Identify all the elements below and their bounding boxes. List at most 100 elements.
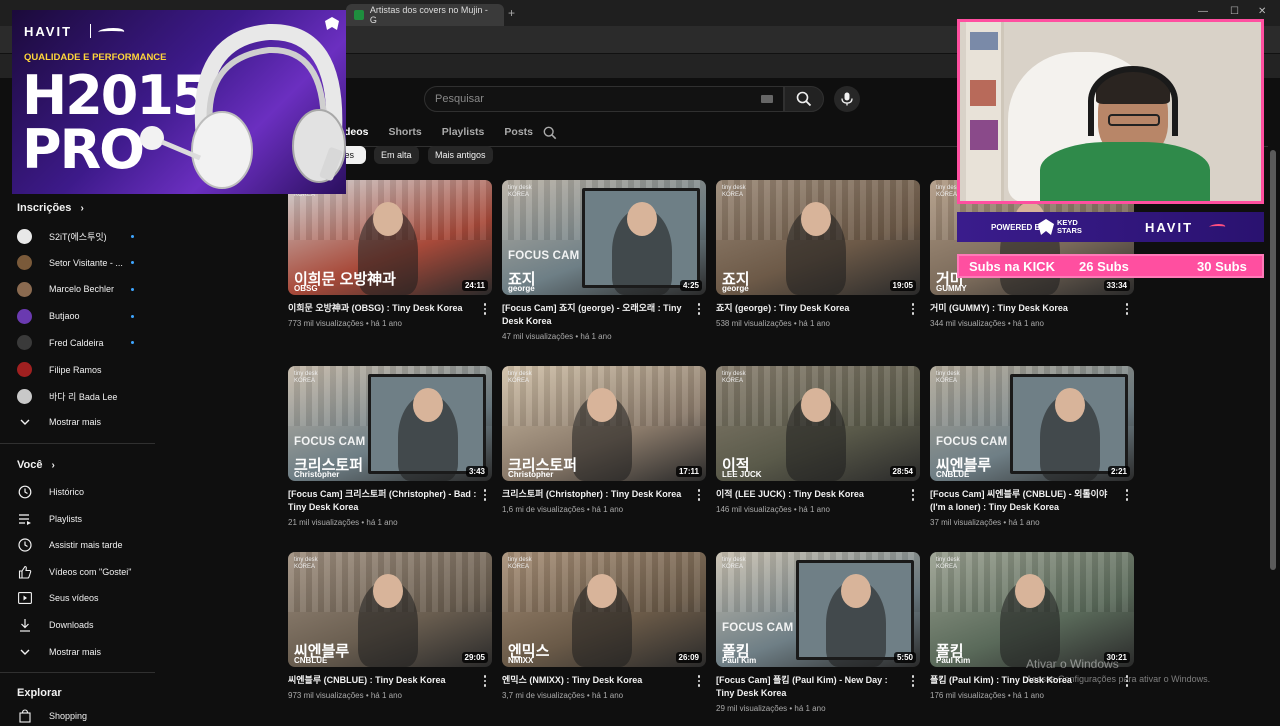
thumbnail-artist-subtitle: george [508,284,535,293]
sidebar-item-channel[interactable]: 바다 리 Bada Lee [17,386,152,406]
browser-tab[interactable]: Artistas dos covers no Mujin - G [346,4,504,26]
performer-face [627,202,657,236]
subscriptions-heading[interactable]: Inscrições › [17,202,84,214]
video-thumbnail[interactable]: tiny desk KOREA 죠지 george 19:05 [716,180,920,295]
channel-search-button[interactable] [543,126,557,145]
chip-oldest[interactable]: Mais antigos [428,146,493,164]
playlists-icon [17,512,32,527]
performer-face [801,388,831,422]
video-card[interactable]: tiny desk KOREA이희문 오방神과OBSG24:11 이희문 오방神과… [288,180,492,328]
video-thumbnail[interactable]: tiny desk KOREA FOCUS CAM 죠지 george 4:25 [502,180,706,295]
video-thumbnail[interactable]: tiny desk KOREA FOCUS CAM 크리스토퍼 Christopher… [288,366,492,481]
more-options-icon[interactable] [480,674,490,688]
sidebar-item-history[interactable]: Histórico [17,482,152,502]
sidebar-item-liked-videos[interactable]: Vídeos com "Gostei" [17,562,152,582]
avatar [17,308,32,324]
more-options-icon[interactable] [908,302,918,316]
video-thumbnail[interactable]: tiny desk KOREA FOCUS CAM 씨엔블루 CNBLUE 2:21 [930,366,1134,481]
sheets-icon [354,10,364,20]
sidebar-item-label: 바다 리 Bada Lee [49,391,118,402]
video-thumbnail[interactable]: tiny desk KOREA이희문 오방神과OBSG24:11 [288,180,492,295]
video-title[interactable]: 이적 (LEE JUCK) : Tiny Desk Korea [716,488,906,501]
tab-videos[interactable]: deos [344,126,369,138]
video-card[interactable]: tiny desk KOREA 씨엔블루 CNBLUE 29:05 씨엔블루 (CNBL… [288,552,492,700]
video-title[interactable]: 크리스토퍼 (Christopher) : Tiny Desk Korea [502,488,692,501]
close-window-button[interactable]: ✕ [1258,6,1266,17]
video-title[interactable]: [Focus Cam] 죠지 (george) - 오래오래 : Tiny De… [502,302,692,328]
tab-posts[interactable]: Posts [504,126,533,138]
sidebar-item-label: S2iT(에스투잇) [49,231,107,242]
focus-cam-label: FOCUS CAM [294,436,366,448]
sidebar-item-channel[interactable]: S2iT(에스투잇) [17,226,152,246]
sidebar-item-channel[interactable]: Butjaoo [17,306,152,326]
video-title[interactable]: 엔믹스 (NMIXX) : Tiny Desk Korea [502,674,692,687]
keyboard-icon[interactable] [761,95,773,103]
duration-badge: 4:25 [679,280,702,291]
new-tab-button[interactable]: + [508,6,515,20]
more-options-icon[interactable] [694,488,704,502]
tiny-desk-logo: tiny desk KOREA [294,371,318,384]
video-thumbnail[interactable]: tiny desk KOREA 폴킴 Paul Kim 30:21 [930,552,1134,667]
avatar [17,228,32,244]
sidebar-item-channel[interactable]: Filipe Ramos [17,360,152,380]
video-title[interactable]: 거미 (GUMMY) : Tiny Desk Korea [930,302,1120,315]
video-thumbnail[interactable]: tiny desk KOREA 씨엔블루 CNBLUE 29:05 [288,552,492,667]
video-title[interactable]: 죠지 (george) : Tiny Desk Korea [716,302,906,315]
minimize-button[interactable]: — [1198,6,1208,17]
tab-shorts[interactable]: Shorts [389,126,422,138]
video-card[interactable]: tiny desk KOREA FOCUS CAM 크리스토퍼 Christopher… [288,366,492,527]
maximize-button[interactable]: ☐ [1230,6,1239,17]
tiny-desk-logo: tiny desk KOREA [722,371,746,384]
video-thumbnail[interactable]: tiny desk KOREA 이적 LEE JUCK 28:54 [716,366,920,481]
thumbnail-artist-subtitle: george [722,284,749,293]
video-title[interactable]: [Focus Cam] 씨엔블루 (CNBLUE) - 외톨이야 (I'm a … [930,488,1120,514]
video-card[interactable]: tiny desk KOREA FOCUS CAM 죠지 george 4:25 [Foc… [502,180,706,341]
video-thumbnail[interactable]: tiny desk KOREA 크리스토퍼 Christopher 17:11 [502,366,706,481]
more-options-icon[interactable] [908,674,918,688]
video-card[interactable]: tiny desk KOREA 죠지 george 19:05 죠지 (george) … [716,180,920,328]
sidebar-item-shopping[interactable]: Shopping [17,706,152,726]
scrollbar[interactable] [1270,150,1276,570]
more-options-icon[interactable] [1122,302,1132,316]
sidebar-item-watch-later[interactable]: Assistir mais tarde [17,535,152,555]
video-thumbnail[interactable]: tiny desk KOREA FOCUS CAM 폴킴 Paul Kim 5:50 [716,552,920,667]
video-card[interactable]: tiny desk KOREA 크리스토퍼 Christopher 17:11 크리스토… [502,366,706,514]
tab-title: Artistas dos covers no Mujin - G [369,5,488,25]
thumbnail-artist-subtitle: Paul Kim [722,656,757,665]
show-more-you[interactable]: Mostrar mais [17,642,152,662]
sidebar-item-channel[interactable]: Setor Visitante - ... [17,253,152,273]
shopping-icon [17,709,32,724]
more-options-icon[interactable] [1122,488,1132,502]
more-options-icon[interactable] [908,488,918,502]
video-title[interactable]: 이희문 오방神과 (OBSG) : Tiny Desk Korea [288,302,478,315]
video-card[interactable]: tiny desk KOREA FOCUS CAM 씨엔블루 CNBLUE 2:21 [F… [930,366,1134,527]
video-title[interactable]: [Focus Cam] 폴킴 (Paul Kim) - New Day : Ti… [716,674,906,700]
chip-popular[interactable]: Em alta [374,146,419,164]
show-more-subscriptions[interactable]: Mostrar mais [17,412,152,432]
search-input[interactable]: Pesquisar [424,86,784,112]
more-options-icon[interactable] [694,674,704,688]
sidebar-item-your-videos[interactable]: Seus vídeos [17,588,152,608]
you-heading[interactable]: Você › [17,459,55,471]
more-options-icon[interactable] [480,488,490,502]
video-card[interactable]: tiny desk KOREA FOCUS CAM 폴킴 Paul Kim 5:50 [F… [716,552,920,713]
sidebar-item-channel[interactable]: Marcelo Bechler [17,279,152,299]
duration-badge: 29:05 [461,652,488,663]
video-title[interactable]: [Focus Cam] 크리스토퍼 (Christopher) - Bad : … [288,488,478,514]
video-card[interactable]: tiny desk KOREA 엔믹스 NMIXX 26:09 엔믹스 (NMIXX) … [502,552,706,700]
video-card[interactable]: tiny desk KOREA 이적 LEE JUCK 28:54 이적 (LEE JU… [716,366,920,514]
video-meta: 973 mil visualizações • há 1 ano [288,691,402,700]
video-thumbnail[interactable]: tiny desk KOREA 엔믹스 NMIXX 26:09 [502,552,706,667]
search-button[interactable] [784,86,824,112]
thumbnail-artist-subtitle: OBSG [294,284,318,293]
sidebar-item-downloads[interactable]: Downloads [17,615,152,635]
headset-icon [140,23,346,189]
more-options-icon[interactable] [480,302,490,316]
keyd-stars-logo-icon [1038,219,1054,235]
voice-search-button[interactable] [834,86,860,112]
video-title[interactable]: 씨엔블루 (CNBLUE) : Tiny Desk Korea [288,674,478,687]
sidebar-item-playlists[interactable]: Playlists [17,509,152,529]
more-options-icon[interactable] [694,302,704,316]
sidebar-item-channel[interactable]: Fred Caldeira [17,333,152,353]
tab-playlists[interactable]: Playlists [442,126,485,138]
